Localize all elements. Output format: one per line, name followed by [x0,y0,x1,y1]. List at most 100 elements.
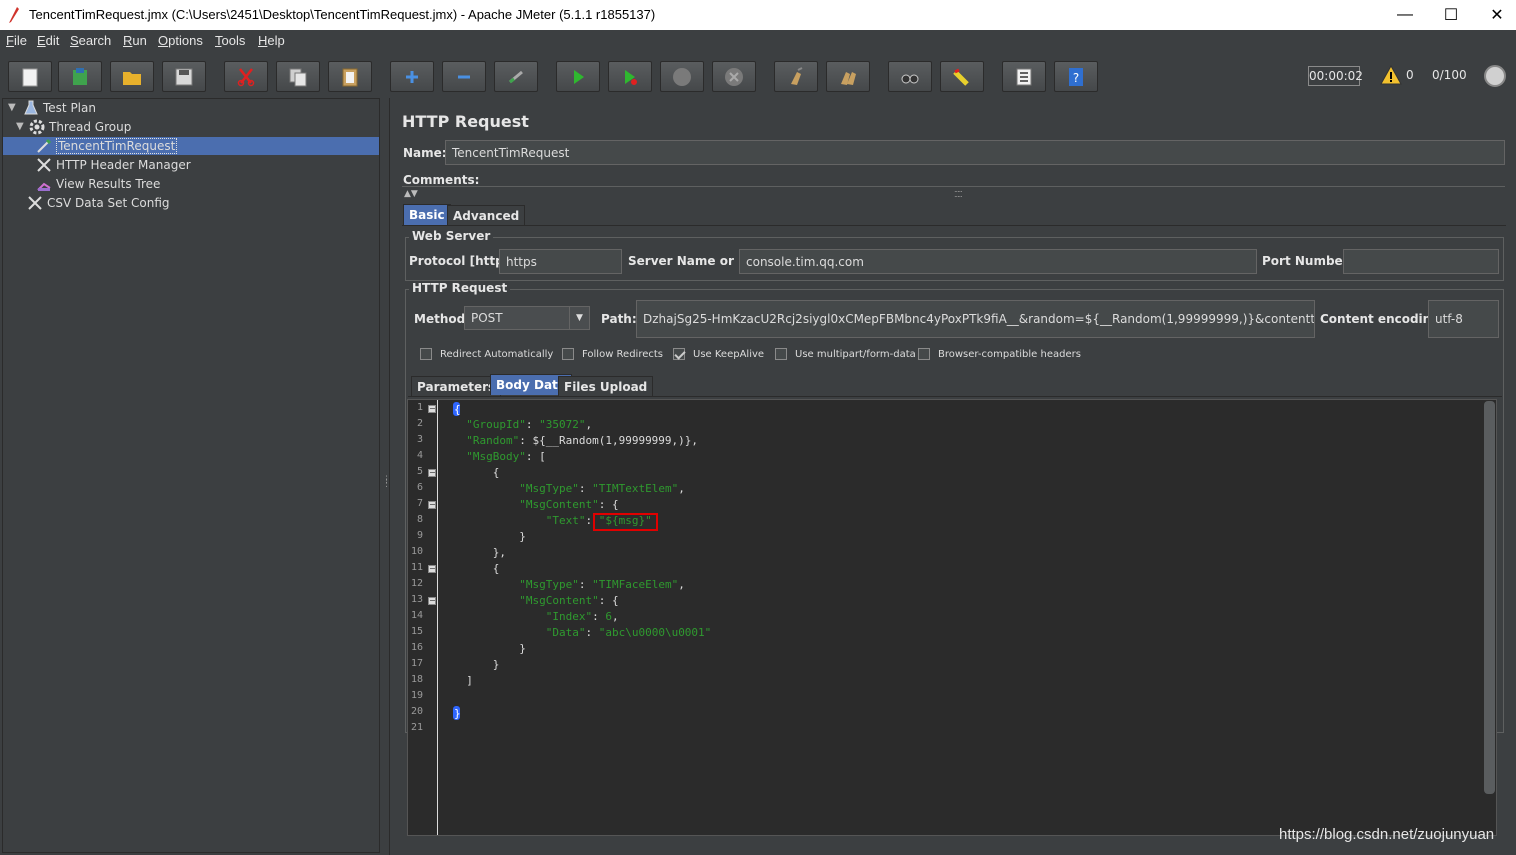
code-line: } [453,706,461,720]
new-button[interactable] [8,61,52,92]
fold-toggle-icon[interactable]: − [428,501,436,509]
templates-icon [73,67,87,85]
port-number-label: Port Number: [1262,254,1354,268]
clear-all-button[interactable] [826,61,870,92]
minimize-button[interactable]: — [1382,0,1428,30]
port-number-field[interactable] [1343,249,1499,274]
use-keepalive-checkbox[interactable]: Use KeepAlive [673,348,764,360]
close-button[interactable]: ✕ [1474,0,1516,30]
toggle-button[interactable] [494,61,538,92]
function-helper-button[interactable] [1002,61,1046,92]
expand-all-button[interactable] [390,61,434,92]
code-line: "Index": 6, [545,610,619,623]
menu-options[interactable]: Options [158,33,203,48]
checkbox-box [918,348,930,360]
vertical-scrollbar[interactable] [1484,401,1495,794]
open-button[interactable] [110,61,154,92]
elapsed-timer: 00:00:02 [1308,66,1363,86]
help-button[interactable]: ? [1054,61,1098,92]
stop-button[interactable] [660,61,704,92]
toggle-icon [509,70,523,83]
code-line: }, [453,546,506,559]
menu-edit[interactable]: Edit [37,33,59,48]
collapse-all-button[interactable] [442,61,486,92]
paste-button[interactable] [328,61,372,92]
menu-file[interactable]: File [6,33,27,48]
collapse-arrows-icon[interactable]: ▲▼ [404,189,418,199]
tree-item-http-header-manager[interactable]: HTTP Header Manager [36,156,191,174]
panel-splitter[interactable]: ⋮ ⋮ [381,98,391,855]
code-line: "MsgContent": { [519,498,619,511]
highlight-box [593,513,658,531]
tab-advanced[interactable]: Advanced [447,205,526,226]
fold-toggle-icon[interactable]: − [428,597,436,605]
code-line: "MsgContent": { [519,594,619,607]
menu-tools[interactable]: Tools [215,33,245,48]
copy-icon [289,68,307,86]
chart-icon [36,176,52,192]
method-value: POST [471,311,503,325]
fold-toggle-icon[interactable]: − [428,565,436,573]
fold-toggle-icon[interactable]: − [428,469,436,477]
menu-search[interactable]: Search [70,33,111,48]
server-name-field[interactable]: console.tim.qq.com [739,249,1257,274]
tree-item-thread-group[interactable]: Thread Group [29,118,131,136]
line-number-gutter: 1−2 3 4 5−6 7−8 9 10 11−12 13−14 15 16 17 18 19 20 21 [408,400,438,835]
protocol-field[interactable]: https [499,249,622,274]
jmeter-feather-icon [9,7,19,23]
code-line: { [453,466,500,479]
start-button[interactable] [556,61,600,92]
maximize-button[interactable]: ☐ [1428,0,1474,30]
line-number: 5 [416,466,423,477]
fold-toggle-icon[interactable]: − [428,405,436,413]
resize-grip-icon[interactable]: ⁚⁚⁚⁚⁚ [954,190,963,199]
checkbox-box [420,348,432,360]
code-line: { [453,402,461,416]
save-icon [175,68,193,85]
save-button[interactable] [162,61,206,92]
line-number: 3 [416,434,423,445]
use-multipart-checkbox[interactable]: Use multipart/form-data [775,348,916,360]
redirect-automatically-checkbox[interactable]: Redirect Automatically [420,348,553,360]
browser-compatible-headers-checkbox[interactable]: Browser-compatible headers [918,348,1081,360]
method-select[interactable]: POST ▼ [464,306,590,330]
content-encoding-field[interactable]: utf-8 [1428,300,1499,338]
tab-parameters[interactable]: Parameters [411,376,502,397]
tab-divider [402,225,1506,226]
menu-run[interactable]: Run [123,33,147,48]
expand-toggle-icon[interactable]: ▼ [16,121,24,132]
menu-help[interactable]: Help [258,33,285,48]
remote-globe-icon[interactable] [1484,65,1506,87]
copy-button[interactable] [276,61,320,92]
wrench-icon [36,157,52,173]
code-line: } [453,530,526,543]
tab-basic[interactable]: Basic [403,204,451,225]
tree-item-test-plan[interactable]: Test Plan [23,99,96,117]
path-field[interactable]: DzhajSg25-HmKzacU2Rcj2siygl0xCMepFBMbnc4… [636,300,1315,338]
shutdown-button[interactable] [712,61,756,92]
subtab-divider [408,396,1502,397]
templates-button[interactable] [58,61,102,92]
line-number: 18 [410,674,423,685]
code-line: ] [453,674,473,687]
body-data-editor[interactable]: 1−2 3 4 5−6 7−8 9 10 11−12 13−14 15 16 17 18 19 20 21 {… [407,399,1497,836]
shutdown-icon [725,67,743,86]
page-title: HTTP Request [402,112,529,131]
line-number: 17 [410,658,423,669]
warning-icon[interactable] [1380,65,1402,85]
tree-item-csv-data-set-config[interactable]: CSV Data Set Config [27,194,170,212]
tree-item-view-results-tree[interactable]: View Results Tree [36,175,160,193]
clear-button[interactable] [774,61,818,92]
follow-redirects-checkbox[interactable]: Follow Redirects [562,348,663,360]
search-button[interactable] [888,61,932,92]
reset-search-button[interactable] [940,61,984,92]
start-no-pauses-button[interactable] [608,61,652,92]
line-number: 10 [410,546,423,557]
tab-files-upload[interactable]: Files Upload [558,376,654,397]
warning-count: 0 [1406,68,1414,82]
expand-toggle-icon[interactable]: ▼ [8,102,16,113]
tree-item-tencent-tim-request[interactable]: TencentTimRequest [3,137,379,155]
cut-button[interactable] [224,61,268,92]
name-field[interactable]: TencentTimRequest [445,140,1505,165]
pipette-icon [36,138,52,154]
